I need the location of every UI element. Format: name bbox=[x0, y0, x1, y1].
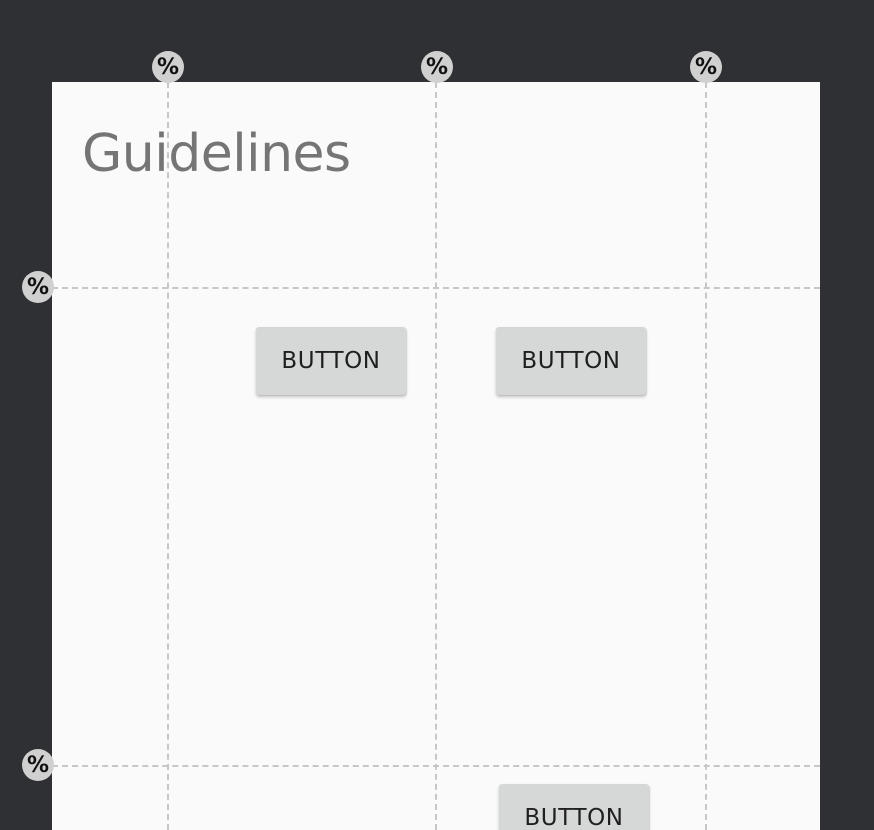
device-preview: Guidelines BUTTON BUTTON BUTTON bbox=[52, 82, 820, 830]
horizontal-guideline-2[interactable] bbox=[52, 765, 820, 767]
percent-icon[interactable]: % bbox=[421, 51, 453, 83]
button-1[interactable]: BUTTON bbox=[256, 327, 406, 395]
vertical-guideline-3[interactable] bbox=[705, 82, 707, 830]
page-title: Guidelines bbox=[82, 124, 351, 184]
layout-editor-canvas: Guidelines BUTTON BUTTON BUTTON % % % % … bbox=[0, 0, 874, 830]
button-3[interactable]: BUTTON bbox=[499, 784, 649, 830]
percent-icon[interactable]: % bbox=[22, 749, 54, 781]
vertical-guideline-1[interactable] bbox=[167, 82, 169, 830]
vertical-guideline-2[interactable] bbox=[435, 82, 437, 830]
percent-icon[interactable]: % bbox=[152, 51, 184, 83]
percent-icon[interactable]: % bbox=[22, 271, 54, 303]
horizontal-guideline-1[interactable] bbox=[52, 287, 820, 289]
button-2[interactable]: BUTTON bbox=[496, 327, 646, 395]
percent-icon[interactable]: % bbox=[690, 51, 722, 83]
